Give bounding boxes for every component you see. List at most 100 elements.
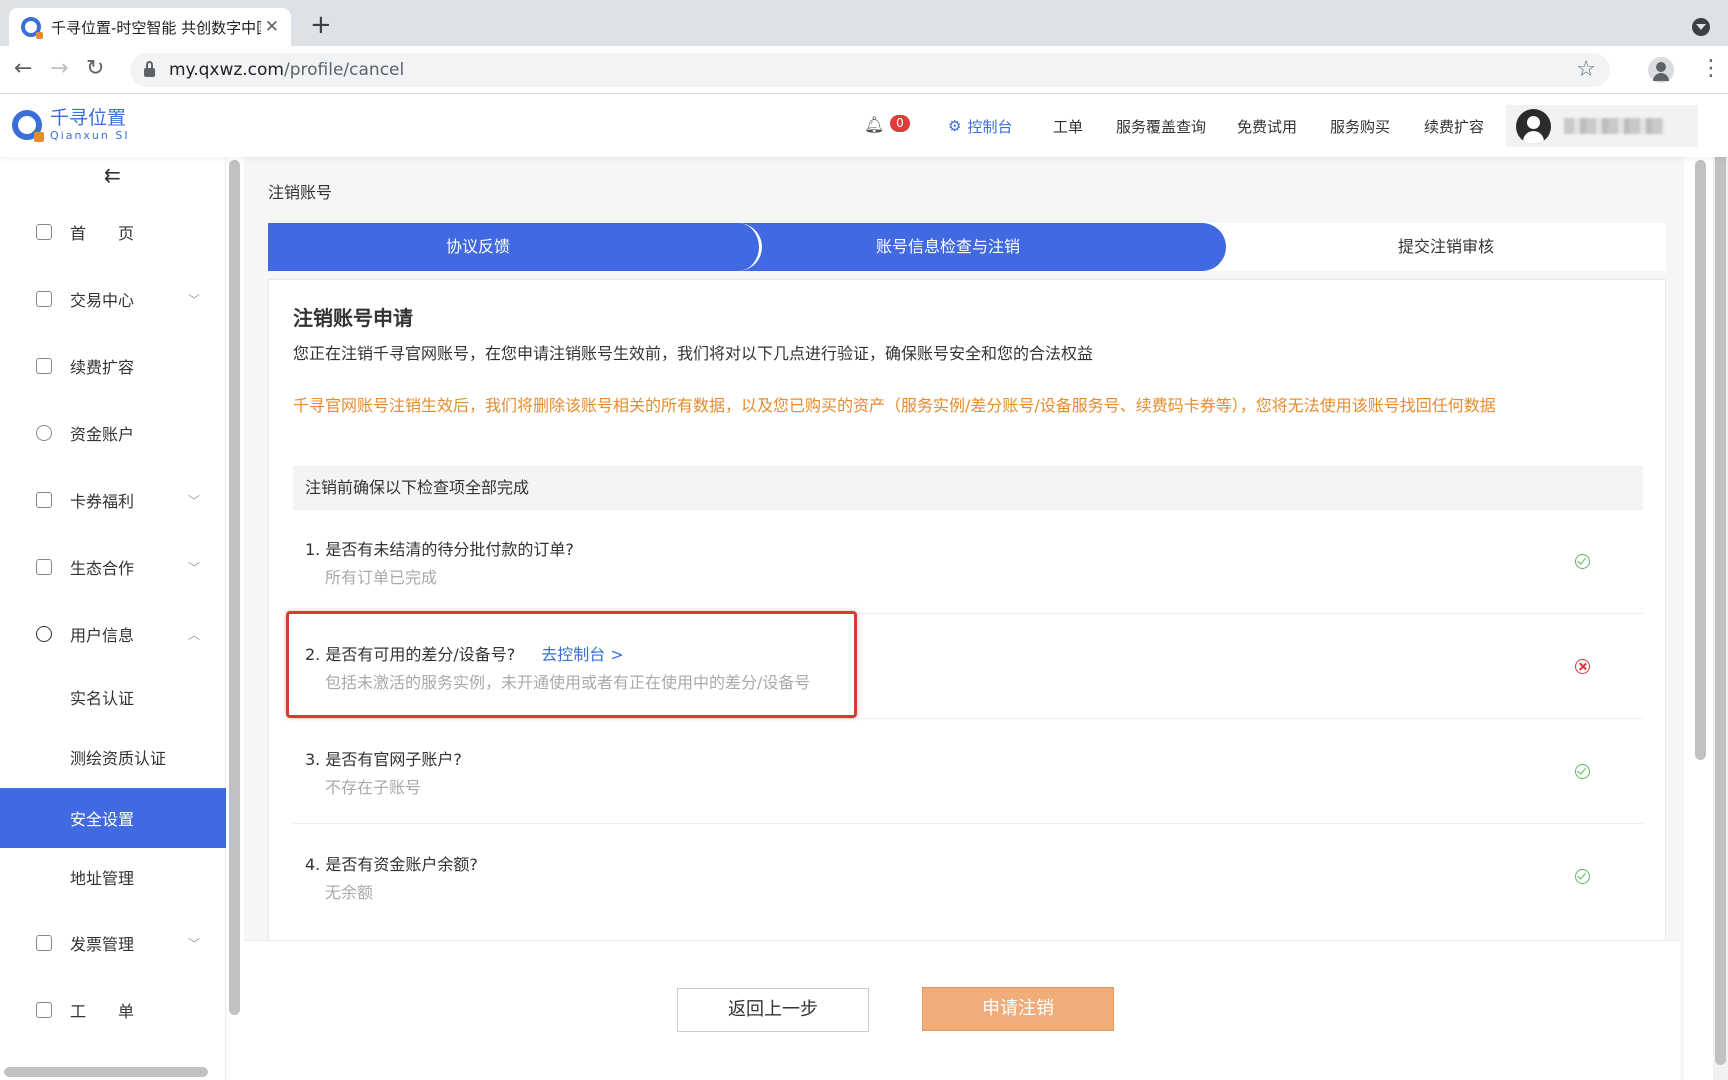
user-menu[interactable] bbox=[1506, 105, 1698, 147]
sidebar-item-invoice[interactable]: 发票管理 ﹀ bbox=[0, 915, 226, 971]
chevron-down-icon: ﹀ bbox=[188, 292, 201, 307]
check-question: 4. 是否有资金账户余额? bbox=[305, 855, 478, 874]
page-scrollbar[interactable] bbox=[1713, 95, 1728, 1080]
user-circle-icon bbox=[36, 626, 52, 642]
sidebar-subitem-realname[interactable]: 实名认证 bbox=[0, 669, 226, 725]
sidebar-subitem-surveying-cert[interactable]: 测绘资质认证 bbox=[0, 729, 226, 785]
sidebar-item-label: 生态合作 bbox=[70, 559, 135, 578]
check-answer: 包括未激活的服务实例，未开通使用或者有正在使用中的差分/设备号 bbox=[325, 673, 811, 692]
check-answer: 所有订单已完成 bbox=[325, 568, 438, 587]
check-success-icon bbox=[1575, 554, 1590, 569]
sidebar-item-user-info[interactable]: 用户信息 ︿ bbox=[0, 606, 226, 662]
step-progress: 协议反馈 账号信息检查与注销 提交注销审核 bbox=[268, 223, 1666, 271]
back-button[interactable]: 返回上一步 bbox=[677, 988, 869, 1032]
address-bar[interactable]: my.qxwz.com/profile/cancel ☆ bbox=[130, 53, 1610, 87]
chevron-down-icon: ﹀ bbox=[188, 560, 201, 575]
sidebar: ⇇ 首 页 交易中心 ﹀ 续费扩容 资金账户 卡券福利 ﹀ 生态合作 ﹀ 用户信… bbox=[0, 157, 226, 1080]
nav-purchase[interactable]: 服务购买 bbox=[1330, 95, 1390, 157]
forward-arrow-icon[interactable]: → bbox=[50, 56, 68, 82]
chevron-down-icon: ﹀ bbox=[188, 936, 201, 951]
document-icon bbox=[36, 1002, 52, 1018]
main-scrollbar[interactable] bbox=[1695, 160, 1706, 760]
sidebar-item-label: 续费扩容 bbox=[70, 358, 135, 377]
logo[interactable]: 千寻位置 Qianxun SI bbox=[12, 107, 130, 142]
sidebar-item-fund-account[interactable]: 资金账户 bbox=[0, 405, 226, 461]
close-tab-icon[interactable]: ✕ bbox=[265, 17, 279, 37]
card-description: 您正在注销千寻官网账号，在您申请注销账号生效前，我们将对以下几点进行验证，确保账… bbox=[293, 344, 1094, 363]
sidebar-subitem-address[interactable]: 地址管理 bbox=[0, 849, 226, 905]
logo-text-cn: 千寻位置 bbox=[50, 107, 127, 129]
url-host: my.qxwz.com bbox=[169, 60, 284, 80]
house-icon bbox=[36, 559, 52, 575]
blurred-username bbox=[1564, 118, 1664, 134]
new-tab-icon[interactable]: + bbox=[310, 12, 332, 38]
check-success-icon bbox=[1575, 869, 1590, 884]
sidebar-subitem-label: 安全设置 bbox=[70, 810, 135, 829]
sidebar-subitem-security[interactable]: 安全设置 bbox=[0, 788, 226, 848]
wallet-icon bbox=[36, 291, 52, 307]
nav-free-trial[interactable]: 免费试用 bbox=[1237, 95, 1297, 157]
sidebar-item-label: 工 单 bbox=[70, 1002, 135, 1021]
sidebar-subitem-label: 实名认证 bbox=[70, 689, 135, 708]
action-bar: 返回上一步 申请注销 bbox=[244, 940, 1680, 1080]
check-question: 3. 是否有官网子账户? bbox=[305, 750, 462, 769]
sidebar-item-coupons[interactable]: 卡券福利 ﹀ bbox=[0, 472, 226, 528]
tab-title: 千寻位置-时空智能 共创数字中国 bbox=[51, 18, 261, 37]
warning-text: 千寻官网账号注销生效后，我们将删除该账号相关的所有数据，以及您已购买的资产（服务… bbox=[293, 396, 1496, 415]
chevron-up-icon: ︿ bbox=[188, 627, 201, 642]
step-submit-review: 提交注销审核 bbox=[1397, 237, 1494, 256]
sidebar-item-label: 资金账户 bbox=[70, 425, 135, 444]
nav-console[interactable]: ⚙ 控制台 bbox=[948, 95, 1012, 157]
check-question-wrap: 2. 是否有可用的差分/设备号? 去控制台 > bbox=[305, 641, 624, 665]
check-answer: 无余额 bbox=[325, 883, 374, 902]
back-arrow-icon[interactable]: ← bbox=[14, 56, 32, 82]
sidebar-scrollbar[interactable] bbox=[229, 160, 240, 1015]
browser-tab-bar: 千寻位置-时空智能 共创数字中国 ✕ + bbox=[0, 0, 1728, 46]
check-item: 4. 是否有资金账户余额? 无余额 bbox=[293, 825, 1643, 929]
sidebar-item-renew[interactable]: 续费扩容 bbox=[0, 338, 226, 394]
sidebar-item-label: 发票管理 bbox=[70, 935, 135, 954]
nav-ticket[interactable]: 工单 bbox=[1053, 95, 1083, 157]
nav-renew[interactable]: 续费扩容 bbox=[1424, 95, 1484, 157]
sidebar-item-trade-center[interactable]: 交易中心 ﹀ bbox=[0, 271, 226, 327]
reload-icon[interactable]: ↻ bbox=[86, 56, 104, 82]
url-path: /profile/cancel bbox=[284, 60, 405, 80]
go-to-console-link[interactable]: 去控制台 > bbox=[541, 645, 624, 664]
avatar bbox=[1516, 109, 1551, 144]
sidebar-item-label: 卡券福利 bbox=[70, 492, 135, 511]
check-item: 2. 是否有可用的差分/设备号? 去控制台 > 包括未激活的服务实例，未开通使用或… bbox=[293, 615, 1643, 719]
collapse-sidebar-icon[interactable]: ⇇ bbox=[104, 163, 121, 187]
apply-cancel-button[interactable]: 申请注销 bbox=[922, 987, 1114, 1031]
browser-tab[interactable]: 千寻位置-时空智能 共创数字中国 ✕ bbox=[9, 8, 291, 46]
app-header: 千寻位置 Qianxun SI 🔔︎ 0 ⚙ 控制台 工单 服务覆盖查询 免费试… bbox=[0, 95, 1728, 157]
card-title: 注销账号申请 bbox=[293, 306, 413, 330]
grid-icon bbox=[36, 224, 52, 240]
nav-console-label: 控制台 bbox=[967, 117, 1013, 136]
sidebar-subitem-label: 地址管理 bbox=[70, 869, 135, 888]
sidebar-item-label: 用户信息 bbox=[70, 626, 135, 645]
sidebar-item-home[interactable]: 首 页 bbox=[0, 204, 226, 260]
bookmark-star-icon[interactable]: ☆ bbox=[1576, 57, 1596, 82]
sidebar-item-ecosystem[interactable]: 生态合作 ﹀ bbox=[0, 539, 226, 595]
site-favicon-icon bbox=[21, 17, 43, 39]
main-content: 注销账号 协议反馈 账号信息检查与注销 提交注销审核 注销账号申请 您正在注销千… bbox=[244, 157, 1684, 1080]
sidebar-item-ticket[interactable]: 工 单 bbox=[0, 982, 226, 1038]
chevron-down-icon: ﹀ bbox=[188, 493, 201, 508]
sidebar-horizontal-scrollbar[interactable] bbox=[4, 1067, 208, 1077]
logo-text-en: Qianxun SI bbox=[50, 129, 130, 142]
check-question: 1. 是否有未结清的待分批付款的订单? bbox=[305, 540, 574, 559]
invoice-icon bbox=[36, 935, 52, 951]
check-answer: 不存在子账号 bbox=[325, 778, 422, 797]
ticket-icon bbox=[36, 492, 52, 508]
bell-icon[interactable]: 🔔︎ bbox=[864, 115, 884, 134]
sidebar-item-label: 首 页 bbox=[70, 224, 135, 243]
gear-icon: ⚙ bbox=[948, 117, 962, 135]
checklist-header: 注销前确保以下检查项全部完成 bbox=[293, 466, 1643, 510]
tab-search-icon[interactable] bbox=[1692, 18, 1710, 36]
profile-icon[interactable] bbox=[1648, 57, 1674, 83]
yen-icon bbox=[36, 358, 52, 374]
nav-coverage-query[interactable]: 服务覆盖查询 bbox=[1116, 95, 1206, 157]
browser-menu-icon[interactable]: ⋮ bbox=[1700, 56, 1722, 82]
check-item: 1. 是否有未结清的待分批付款的订单? 所有订单已完成 bbox=[293, 510, 1643, 614]
check-item: 3. 是否有官网子账户? 不存在子账号 bbox=[293, 720, 1643, 824]
